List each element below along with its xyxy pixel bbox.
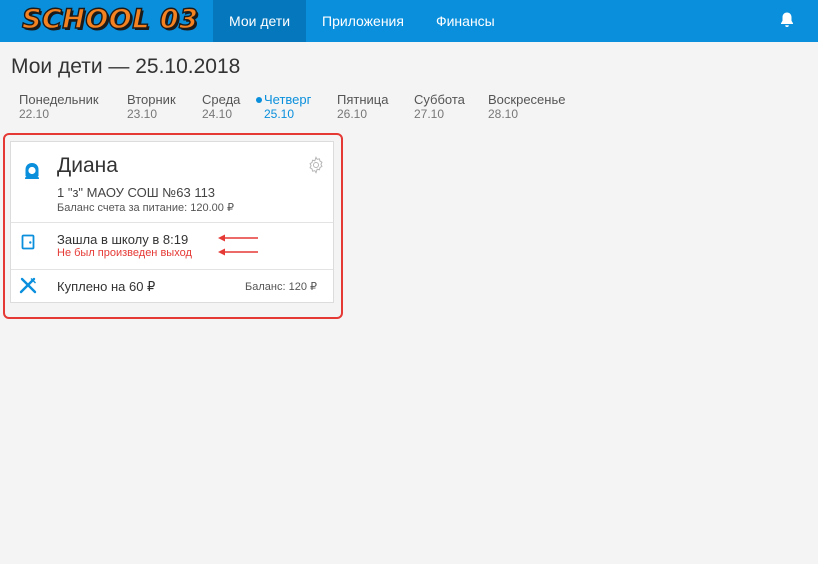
purchase-summary: Куплено на 60 ₽ — [57, 279, 156, 294]
day-date: 28.10 — [488, 107, 519, 121]
day-monday[interactable]: Понедельник 22.10 — [19, 92, 99, 122]
day-date: 22.10 — [19, 107, 50, 121]
day-name: Среда — [202, 92, 241, 107]
day-date: 25.10 — [264, 107, 295, 121]
girl-avatar-icon — [25, 163, 39, 179]
bell-icon[interactable] — [779, 11, 795, 29]
day-wednesday[interactable]: Среда 24.10 — [202, 92, 241, 122]
red-arrows-annotation — [218, 234, 258, 256]
day-thursday[interactable]: Четверг 25.10 — [256, 92, 312, 121]
day-name: Суббота — [414, 92, 465, 107]
divider — [11, 222, 333, 223]
nav-my-children[interactable]: Мои дети — [213, 0, 307, 42]
child-name: Диана — [57, 154, 118, 177]
day-date: 26.10 — [337, 107, 368, 121]
day-name: Пятница — [337, 92, 389, 107]
day-date: 23.10 — [127, 107, 158, 121]
day-name: Воскресенье — [488, 92, 566, 107]
nav-applications[interactable]: Приложения — [306, 0, 420, 42]
main-nav: Мои дети Приложения Финансы — [213, 0, 511, 42]
exit-status: Не был произведен выход — [57, 247, 192, 259]
door-icon — [21, 234, 35, 250]
day-sunday[interactable]: Воскресенье 28.10 — [488, 92, 566, 122]
balance-value: Баланс: 120 ₽ — [245, 281, 317, 293]
fork-knife-icon — [19, 277, 37, 294]
school-info: 1 "з" МАОУ СОШ №63 113 — [57, 185, 216, 200]
day-date: 24.10 — [202, 107, 233, 121]
active-day-dot — [256, 97, 262, 103]
meal-balance: Баланс счета за питание: 120.00 ₽ — [57, 202, 234, 214]
top-bar: SCHOOL 03 Мои дети Приложения Финансы — [0, 0, 818, 42]
day-saturday[interactable]: Суббота 27.10 — [414, 92, 465, 122]
page-title: Мои дети — 25.10.2018 — [11, 55, 241, 78]
day-name: Четверг — [264, 92, 312, 107]
day-name: Понедельник — [19, 92, 99, 107]
day-date: 27.10 — [414, 107, 445, 121]
gear-icon[interactable] — [307, 156, 325, 174]
day-name: Вторник — [127, 92, 176, 107]
entry-status: Зашла в школу в 8:19 — [57, 232, 189, 247]
nav-finances[interactable]: Финансы — [420, 0, 511, 42]
day-friday[interactable]: Пятница 26.10 — [337, 92, 389, 122]
child-card: Диана 1 "з" МАОУ СОШ №63 113 Баланс счет… — [10, 141, 334, 303]
divider — [11, 269, 333, 270]
day-tuesday[interactable]: Вторник 23.10 — [127, 92, 176, 122]
logo[interactable]: SCHOOL 03 — [21, 3, 198, 36]
